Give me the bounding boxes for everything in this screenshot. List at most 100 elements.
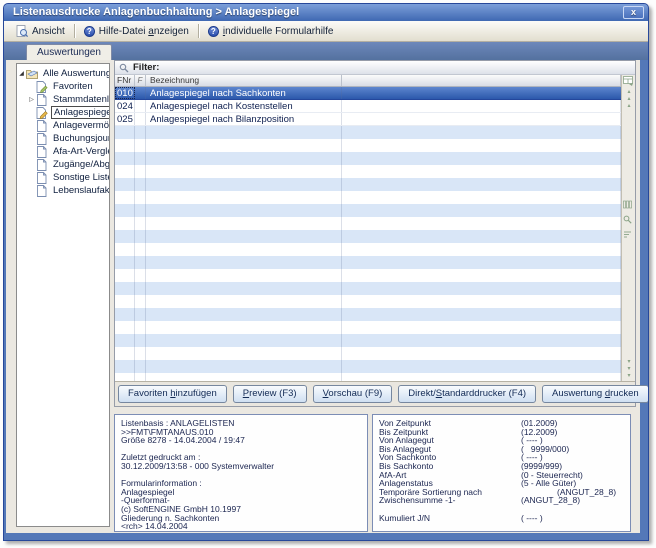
close-button[interactable]: x [623,6,644,19]
tree-item-stammdatenlisten[interactable]: ▷ Stammdatenlisten [17,93,109,106]
table-row[interactable]: 024 Anlagespiegel nach Kostenstellen [115,100,621,113]
tree-item-zug-nge-abg-nge[interactable]: Zugänge/Abgänge [17,158,109,171]
toolbar-form-help-button[interactable]: ? individuelle Formularhilfe [201,25,341,38]
cell-fnr [115,282,135,295]
empty-row [115,360,621,373]
empty-row [115,139,621,152]
cell-flag [135,282,146,295]
vorschau-f9-button[interactable]: Vorschau (F9) [313,385,393,403]
document-icon [36,120,48,132]
table-row[interactable]: 010 Anlagespiegel nach Sachkonten [115,87,621,100]
list-info-panel: Listenbasis : ANLAGELISTEN>>FMT\FMTANAUS… [114,414,368,532]
columns-icon[interactable] [623,200,635,209]
cell-bezeichnung [146,191,342,204]
table-header[interactable]: FNr F Bezeichnung [115,75,621,87]
info-line: <rch> 14.04.2004 [121,522,361,531]
empty-row [115,165,621,178]
document-edit-icon [36,107,48,119]
cell-flag [135,243,146,256]
tree-item-afa-art-vergleich[interactable]: Afa-Art-Vergleich [17,145,109,158]
cell-flag [135,113,146,125]
tree-item-buchungsjournal[interactable]: Buchungsjournal [17,132,109,145]
document-icon [36,94,48,106]
empty-row [115,126,621,139]
document-icon [36,172,48,184]
tree-item-label: Anlagespiegel [51,106,110,119]
cell-bezeichnung [146,230,342,243]
empty-row [115,321,621,334]
tree-item-anlageverm-gen[interactable]: Anlagevermögen [17,119,109,132]
tree-root-alle-auswertungen[interactable]: ◢ Alle Auswertungen [17,67,109,80]
cell-flag [135,230,146,243]
list-groupbox: Filter: FNr F Bezeichnung 010 Anlagespie… [114,60,636,407]
sort-icon[interactable] [623,230,635,239]
empty-row [115,256,621,269]
empty-row [115,204,621,217]
tree-expander-icon[interactable]: ▷ [27,96,36,103]
tree-item-sonstige-listen[interactable]: Sonstige Listen [17,171,109,184]
tree-item-label: Sonstige Listen [51,172,110,183]
cell-bezeichnung: Anlagespiegel nach Bilanzposition [146,113,342,125]
cell-flag [135,126,146,139]
properties-grid-icon[interactable] [623,76,635,86]
cell-empty [342,282,621,295]
cell-bezeichnung [146,152,342,165]
scroll-down-icon[interactable]: ▾ [623,359,635,365]
table-row[interactable]: 025 Anlagespiegel nach Bilanzposition [115,113,621,126]
scroll-down-page-icon[interactable]: ▾ [623,366,635,372]
cell-bezeichnung [146,243,342,256]
cell-empty [342,295,621,308]
evaluations-tree: ◢ Alle Auswertungen Favoriten ▷ Stammdat… [16,63,110,527]
cell-fnr [115,191,135,204]
cell-flag [135,295,146,308]
window-title: Listenausdrucke Anlagenbuchhaltung > Anl… [13,6,299,18]
cell-bezeichnung [146,126,342,139]
tree-item-favoriten[interactable]: Favoriten [17,80,109,93]
column-header-bezeichnung[interactable]: Bezeichnung [146,75,342,86]
content-area: ◢ Alle Auswertungen Favoriten ▷ Stammdat… [4,60,648,540]
cell-flag [135,100,146,112]
scroll-bottom-icon[interactable]: ▾ [623,373,635,379]
direct-printer-f4-button[interactable]: Direkt/Standarddrucker (F4) [398,385,536,403]
help-icon: ? [208,26,219,37]
column-header-empty[interactable] [342,75,621,86]
cell-flag [135,373,146,381]
empty-row [115,334,621,347]
cell-bezeichnung: Anlagespiegel nach Sachkonten [146,87,342,99]
tab-auswertungen[interactable]: Auswertungen [26,44,112,60]
scroll-up-icon[interactable]: ▴ [623,96,635,102]
toolbar-label: individuelle Formularhilfe [223,26,334,37]
cell-flag [135,256,146,269]
cell-bezeichnung [146,269,342,282]
tree-items: Favoriten ▷ Stammdatenlisten Anlagespieg… [17,80,109,197]
preview-f3-button[interactable]: Preview (F3) [233,385,307,403]
cell-flag [135,321,146,334]
toolbar-help-file-button[interactable]: ? Hilfe-Datei anzeigen [77,25,196,38]
cell-fnr [115,217,135,230]
info-line: Größe 8278 - 14.04.2004 / 19:47 [121,436,361,445]
scroll-top-icon[interactable]: ▴ [623,89,635,95]
cell-empty [342,165,621,178]
search-list-icon[interactable] [623,215,635,224]
print-evaluation-button[interactable]: Auswertung drucken [542,385,649,403]
tree-expanded-icon[interactable]: ◢ [17,70,26,77]
cell-fnr: 010 [115,87,135,99]
toolbar-separator [74,24,75,38]
column-header-flag[interactable]: F [135,75,146,86]
cell-flag [135,87,146,99]
tree-item-anlagespiegel[interactable]: Anlagespiegel [17,106,109,119]
tree-item-label: Alle Auswertungen [41,68,110,79]
cell-fnr [115,204,135,217]
tree-item-label: Stammdatenlisten [51,94,110,105]
empty-row [115,282,621,295]
toolbar-ansicht-button[interactable]: Ansicht [9,24,72,38]
cell-flag [135,191,146,204]
tree-item-lebenslaufakte[interactable]: Lebenslaufakte [17,184,109,197]
help-icon: ? [84,26,95,37]
add-favorites-button[interactable]: Favoriten hinzufügen [118,385,227,403]
scroll-up-page-icon[interactable]: ▴ [623,103,635,109]
filter-bar[interactable]: Filter: [115,61,635,75]
column-header-fnr[interactable]: FNr [115,75,135,86]
cell-flag [135,360,146,373]
cell-bezeichnung [146,360,342,373]
